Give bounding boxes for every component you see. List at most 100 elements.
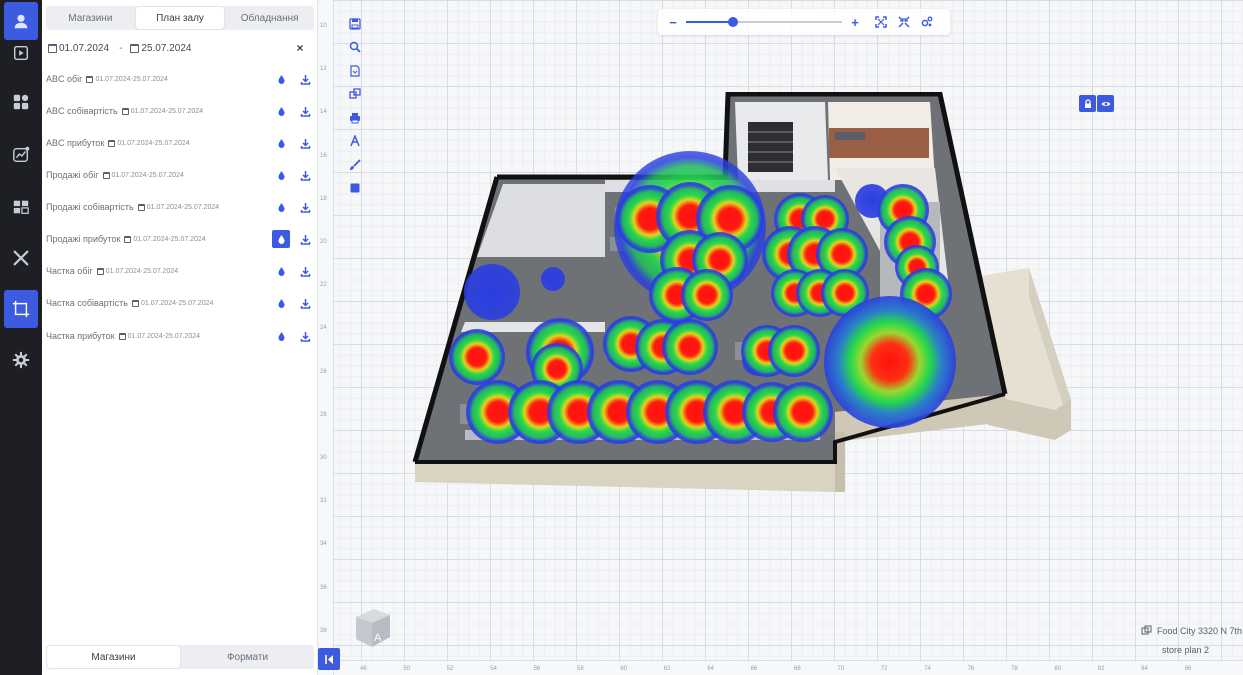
horizontal-ruler: 46 50 52 54 56 58 60 62 64 66 68 70 72 74 76 78 80 82 84 86	[334, 660, 1243, 675]
heatmap-toggle-button[interactable]	[272, 166, 290, 184]
oven	[835, 132, 865, 140]
download-button[interactable]	[296, 230, 314, 248]
ruler-tick: 38	[320, 627, 327, 634]
rail-tools[interactable]	[6, 243, 36, 273]
download-icon	[300, 74, 310, 85]
text-tool[interactable]	[345, 130, 365, 154]
report-date-range: 01.07.2024-25.07.2024	[133, 235, 206, 243]
app-window: Магазини План залу Обладнання 01.07.2024…	[0, 0, 1243, 675]
calendar-icon	[108, 139, 116, 147]
brush-tool[interactable]	[345, 153, 365, 177]
report-row[interactable]: Продажі обіг 01.07.2024-25.07.2024	[46, 164, 314, 186]
date-from-field[interactable]: 01.07.2024	[59, 43, 109, 54]
rail-analytics[interactable]	[6, 140, 36, 170]
report-row[interactable]: ABC собівартість 01.07.2024-25.07.2024	[46, 100, 314, 122]
visibility-button[interactable]	[1097, 95, 1114, 112]
download-button[interactable]	[296, 327, 314, 345]
report-date: 01.07.2024-25.07.2024	[102, 171, 184, 179]
avatar[interactable]	[4, 2, 38, 40]
calendar-icon	[102, 171, 110, 179]
heatmap-toggle-button[interactable]	[272, 102, 290, 120]
report-row[interactable]: ABC обіг 01.07.2024-25.07.2024	[46, 68, 314, 90]
clear-dates-button[interactable]: ×	[292, 40, 308, 56]
print-tool[interactable]	[345, 106, 365, 130]
report-date: 01.07.2024-25.07.2024	[86, 75, 168, 83]
chart-icon	[13, 146, 30, 163]
shape-tool[interactable]	[345, 177, 365, 201]
calendar-icon	[130, 43, 140, 53]
grid-icon	[13, 94, 29, 110]
heatmap-toggle-button[interactable]	[272, 198, 290, 216]
search-tool[interactable]	[345, 36, 365, 60]
store-info: Food City 3320 N 7th store plan 2	[1128, 625, 1242, 664]
date-to-field[interactable]: 25.07.2024	[141, 43, 191, 54]
rail-planogram[interactable]	[4, 290, 38, 328]
download-button[interactable]	[296, 294, 314, 312]
heatmap-toggle-button[interactable]	[272, 70, 290, 88]
heatmap-toggle-button[interactable]	[272, 134, 290, 152]
heatmap-toggle-button[interactable]	[272, 262, 290, 280]
tab-bottom-stores[interactable]: Магазини	[47, 646, 180, 668]
tab-formats[interactable]: Формати	[181, 645, 314, 669]
download-button[interactable]	[296, 262, 314, 280]
download-button[interactable]	[296, 166, 314, 184]
drop-icon	[278, 266, 284, 276]
tab-equipment[interactable]: Обладнання	[225, 6, 314, 30]
stairs	[748, 122, 793, 172]
collapse-view-button[interactable]	[895, 13, 913, 31]
plan-name: store plan 2	[1161, 645, 1209, 655]
ruler-tick: 78	[1011, 666, 1018, 672]
print-icon	[350, 112, 360, 124]
report-label: ABC собівартість	[46, 106, 118, 116]
orientation-cube[interactable]: A	[352, 605, 392, 651]
ruler-tick: 36	[320, 584, 327, 591]
report-label: ABC прибуток	[46, 138, 105, 148]
report-row[interactable]: ABC прибуток 01.07.2024-25.07.2024	[46, 132, 314, 154]
ruler-tick: 82	[1097, 666, 1105, 672]
ruler-tick: 68	[794, 666, 801, 672]
ruler-tick: 60	[620, 666, 628, 672]
report-row[interactable]: Продажі собівартість 01.07.2024-25.07.202…	[46, 196, 314, 218]
download-button[interactable]	[296, 134, 314, 152]
zoom-slider[interactable]	[686, 17, 842, 27]
report-date-range: 01.07.2024-25.07.2024	[117, 139, 190, 147]
ruler-tick: 12	[320, 66, 327, 73]
report-row[interactable]: Продажі прибуток 01.07.2024-25.07.2024	[46, 228, 314, 250]
report-date-range: 01.07.2024-25.07.2024	[130, 107, 204, 115]
zoom-slider-thumb[interactable]	[727, 17, 738, 27]
rail-dashboard[interactable]	[6, 87, 36, 117]
store-floor-plan[interactable]	[405, 92, 1085, 502]
report-row[interactable]: Частка обіг 01.07.2024-25.07.2024	[46, 260, 314, 282]
zoom-in-button[interactable]: +	[848, 15, 862, 30]
report-date: 01.07.2024-25.07.2024	[118, 332, 201, 340]
report-row[interactable]: Частка собівартість 01.07.2024-25.07.2024	[46, 292, 314, 314]
heatmap-toggle-button[interactable]	[272, 294, 290, 312]
ruler-tick: 16	[320, 152, 327, 159]
rail-play[interactable]	[6, 38, 36, 68]
download-button[interactable]	[296, 198, 314, 216]
ruler-tick: 86	[1184, 666, 1192, 672]
report-date-range: 01.07.2024-25.07.2024	[127, 332, 201, 340]
download-button[interactable]	[296, 102, 314, 120]
ruler-tick: 54	[490, 666, 497, 672]
duplicate-tool[interactable]	[345, 83, 365, 107]
save-tool[interactable]	[345, 12, 365, 36]
tab-stores[interactable]: Магазини	[46, 6, 135, 30]
rail-people[interactable]	[6, 192, 36, 222]
tab-floor-plan[interactable]: План залу	[135, 7, 225, 29]
ruler-tick: 10	[320, 23, 327, 29]
rail-settings[interactable]	[6, 345, 36, 375]
collapse-panel-button[interactable]	[318, 648, 340, 670]
calendar-icon	[121, 107, 129, 115]
fit-view-button[interactable]	[872, 13, 890, 31]
report-row[interactable]: Частка прибуток 01.07.2024-25.07.2024	[46, 325, 314, 347]
zoom-slider-fill	[686, 21, 733, 23]
view-settings-button[interactable]	[918, 13, 936, 31]
heatmap-toggle-button[interactable]	[272, 327, 290, 345]
layout-icon	[12, 300, 30, 318]
heatmap-toggle-button[interactable]	[272, 230, 290, 248]
export-tool[interactable]	[345, 59, 365, 83]
copy-icon[interactable]	[1141, 625, 1152, 636]
download-button[interactable]	[296, 70, 314, 88]
zoom-out-button[interactable]: −	[666, 15, 680, 30]
